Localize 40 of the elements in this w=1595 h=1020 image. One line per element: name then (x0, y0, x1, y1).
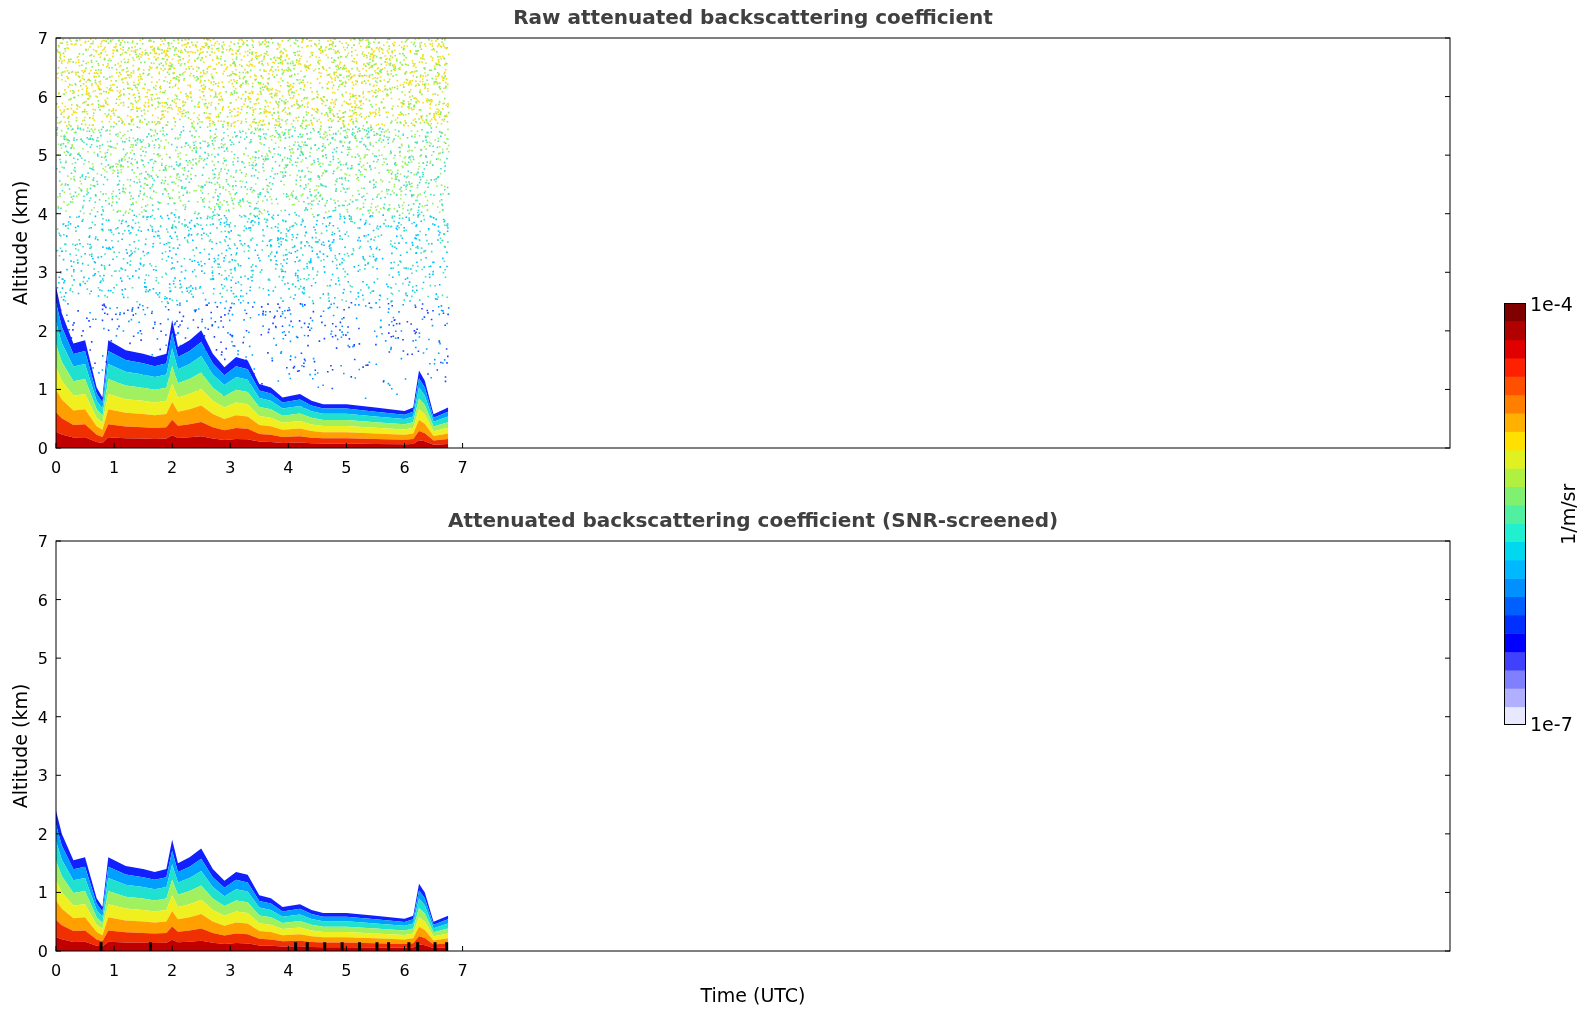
tick-label: 4 (37, 707, 48, 727)
chart-title: Attenuated backscattering coefficient (SNR-screened) (447, 508, 1059, 532)
tick-label: 5 (37, 146, 48, 166)
tick-label: 6 (399, 458, 410, 477)
tick-label: 6 (37, 87, 48, 107)
tick-label: 4 (37, 204, 48, 224)
tick-label: 4 (283, 961, 294, 980)
tick-label: 6 (37, 590, 48, 610)
tick-label: 3 (225, 961, 236, 980)
chart-title: Raw attenuated backscattering coefficient (513, 5, 993, 29)
tick-label: 2 (167, 961, 178, 980)
colorbar-max-label: 1e-4 (1530, 294, 1573, 314)
tick-label: 1 (37, 380, 48, 400)
colorbar-min-label: 1e-7 (1530, 714, 1573, 734)
tick-label: 5 (37, 649, 48, 669)
axis-label: Altitude (km) (9, 683, 31, 809)
tick-label: 0 (50, 961, 62, 980)
tick-label: 6 (399, 961, 410, 980)
tick-label: 7 (37, 29, 48, 48)
tick-label: 5 (341, 458, 352, 477)
tick-label: 7 (457, 458, 468, 477)
tick-label: 0 (50, 458, 62, 477)
tick-label: 2 (167, 458, 178, 477)
tick-label: 2 (37, 824, 48, 844)
tick-label: 3 (225, 458, 236, 477)
colorbar-label: 1/m/sr (1556, 483, 1581, 545)
tick-label: 7 (457, 961, 468, 980)
tick-label: 1 (37, 883, 48, 903)
axis-label: Time (UTC) (700, 983, 806, 1007)
tick-label: 0 (37, 942, 48, 961)
tick-label: 1 (109, 458, 120, 477)
tick-label: 3 (37, 766, 48, 786)
tick-label: 4 (283, 458, 294, 477)
tick-label: 5 (341, 961, 352, 980)
tick-label: 7 (37, 532, 48, 551)
tick-label: 3 (37, 263, 48, 283)
tick-label: 1 (109, 961, 120, 980)
tick-label: 2 (37, 321, 48, 341)
tick-label: 0 (37, 439, 48, 458)
axis-label: Altitude (km) (9, 180, 31, 306)
